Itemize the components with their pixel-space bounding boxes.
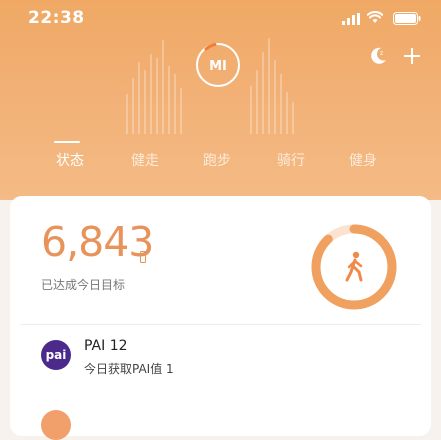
card-divider [20,324,421,325]
moon-icon[interactable]: z [368,46,388,66]
signal-icon [342,13,360,25]
activity-tabs: 状态 健走 跑步 骑行 健身 [0,150,441,180]
header-background: 22:38 MI z 状态 健走 跑步 骑行 健身 [0,0,441,200]
status-time: 22:38 [28,8,85,28]
next-item-icon [41,410,71,440]
battery-icon [393,12,421,25]
svg-text:z: z [380,50,383,57]
logo-text: MI [209,59,227,74]
summary-card: 6,843 已达成今日目标 pai PAI 12 今日获取PAI值 1 [10,196,431,440]
steps-count[interactable]: 6,843 [41,218,154,266]
tab-status[interactable]: 状态 [56,150,84,170]
pai-icon: pai [41,340,71,370]
status-bar: 22:38 [0,0,441,36]
tab-cycling[interactable]: 骑行 [277,150,305,170]
walking-person-icon [345,251,363,282]
tab-running[interactable]: 跑步 [203,150,231,170]
mi-logo[interactable]: MI [193,40,243,90]
step-progress-ring[interactable] [309,222,399,312]
plus-icon[interactable] [402,46,422,66]
pai-subtitle: 今日获取PAI值 1 [84,362,174,376]
tab-fitness[interactable]: 健身 [349,150,377,170]
goal-status-text: 已达成今日目标 [41,278,126,292]
steps-mini-indicator [140,251,146,263]
pai-title[interactable]: PAI 12 [84,338,128,354]
active-tab-indicator [54,141,80,143]
wifi-icon [367,11,383,23]
tab-walking[interactable]: 健走 [131,150,159,170]
